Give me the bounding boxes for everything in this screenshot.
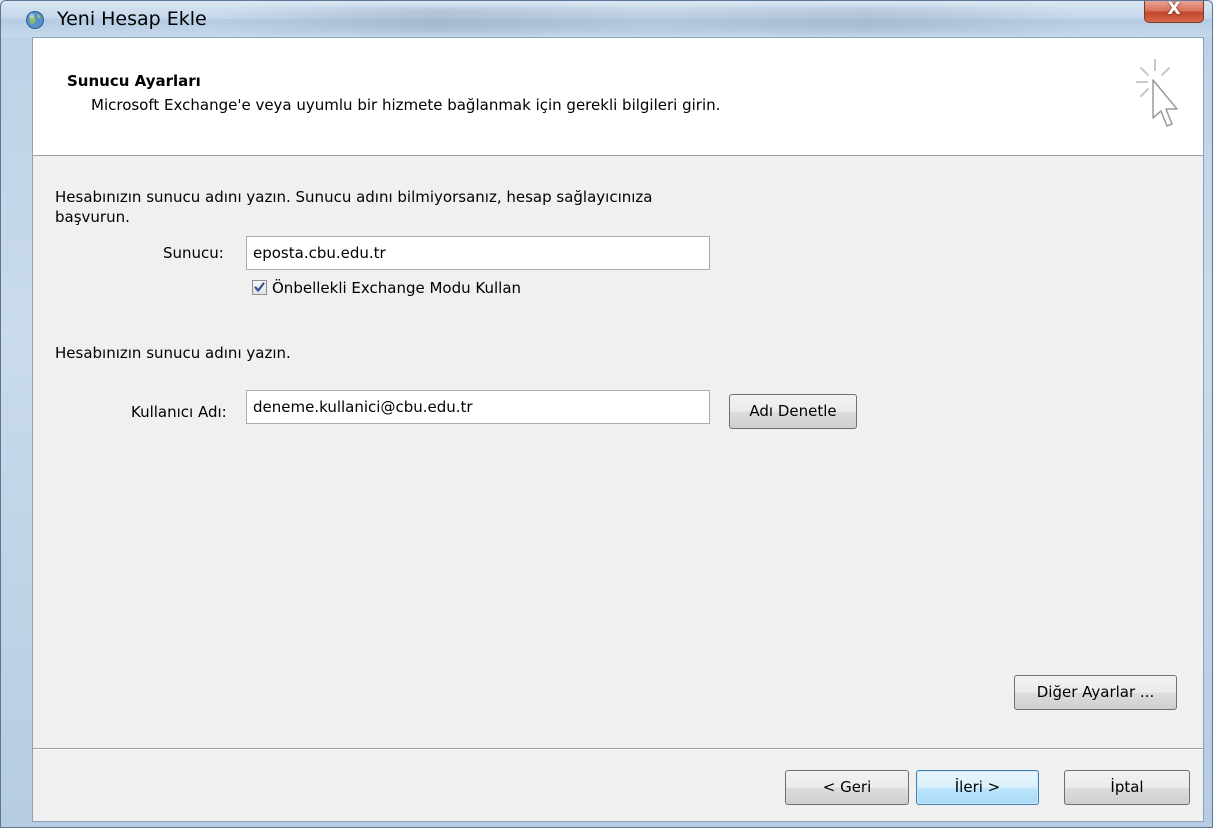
username-label: Kullanıcı Adı: [131, 403, 227, 421]
wizard-cursor-icon [1136, 59, 1178, 127]
cancel-button[interactable]: İptal [1064, 770, 1190, 805]
page-subtitle: Microsoft Exchange'e veya uyumlu bir hiz… [91, 96, 721, 114]
back-button[interactable]: < Geri [785, 770, 909, 805]
checkmark-icon [254, 282, 265, 292]
cached-mode-label[interactable]: Önbellekli Exchange Modu Kullan [272, 279, 521, 297]
cached-mode-checkbox[interactable] [252, 280, 267, 295]
username-input[interactable]: deneme.kullanici@cbu.edu.tr [246, 390, 710, 424]
dialog-window: Yeni Hesap Ekle X Sunucu Ayarları Micros… [0, 0, 1213, 828]
server-instruction-line2: başvurun. [55, 208, 130, 226]
close-icon: X [1167, 0, 1181, 19]
server-label: Sunucu: [163, 244, 224, 262]
page-title: Sunucu Ayarları [67, 72, 201, 90]
check-name-button[interactable]: Adı Denetle [729, 394, 857, 429]
titlebar-background [221, 7, 1081, 33]
window-title: Yeni Hesap Ekle [57, 8, 207, 30]
server-input[interactable]: eposta.cbu.edu.tr [246, 236, 710, 270]
next-button[interactable]: İleri > [916, 770, 1039, 805]
close-button[interactable]: X [1144, 1, 1204, 23]
footer-separator [33, 748, 1203, 750]
dialog-client-area: Sunucu Ayarları Microsoft Exchange'e vey… [32, 37, 1204, 822]
user-instruction: Hesabınızın sunucu adını yazın. [55, 344, 291, 362]
more-settings-button[interactable]: Diğer Ayarlar ... [1014, 675, 1177, 710]
outlook-globe-icon [26, 11, 44, 29]
server-instruction-line1: Hesabınızın sunucu adını yazın. Sunucu a… [55, 188, 653, 206]
title-bar[interactable]: Yeni Hesap Ekle X [1, 1, 1212, 37]
wizard-header: Sunucu Ayarları Microsoft Exchange'e vey… [33, 38, 1203, 156]
